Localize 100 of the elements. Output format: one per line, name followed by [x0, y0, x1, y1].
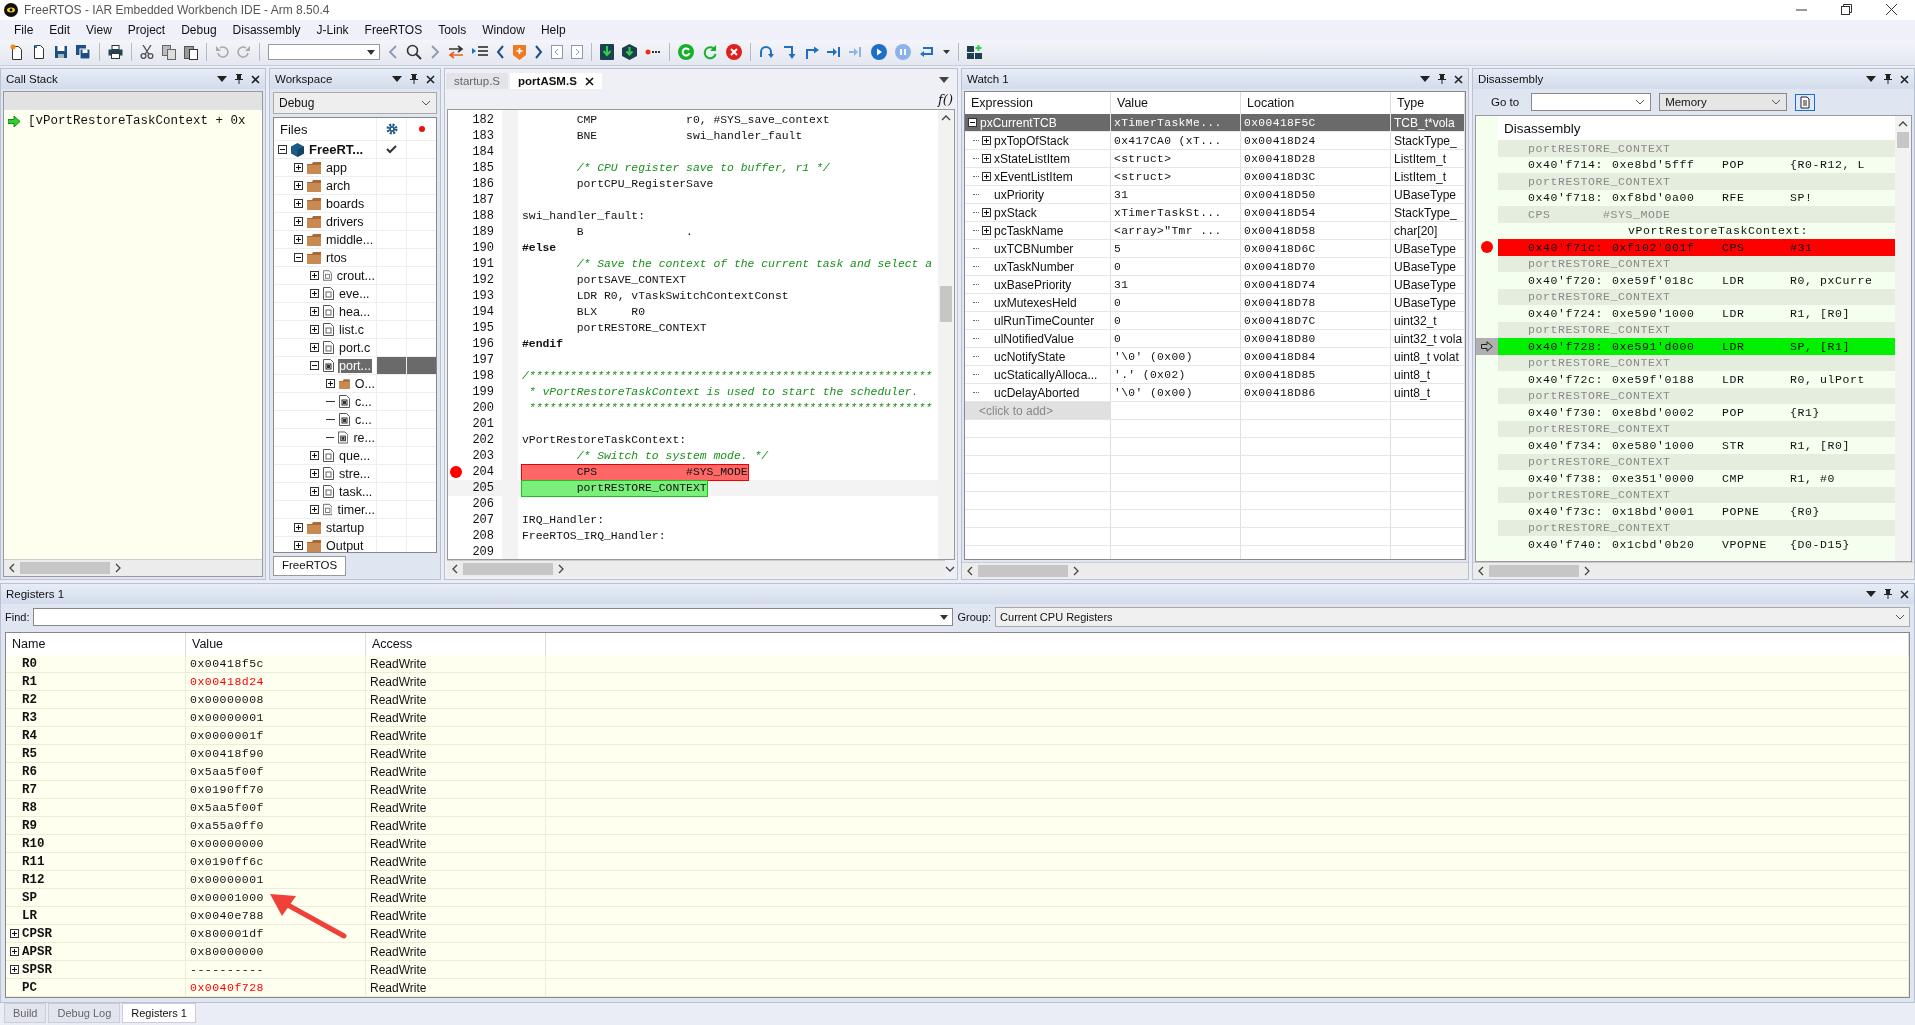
scroll-right-icon[interactable]: [114, 563, 122, 573]
collapse-icon[interactable]: [294, 253, 303, 262]
expand-icon[interactable]: [310, 451, 319, 460]
pin-icon[interactable]: [1884, 74, 1892, 84]
pin-icon[interactable]: [235, 74, 243, 84]
expand-icon[interactable]: [294, 541, 303, 550]
restore-icon[interactable]: [1841, 4, 1852, 16]
menu-item[interactable]: Project: [119, 22, 174, 37]
column-header[interactable]: Value: [186, 633, 366, 655]
page-forward-icon[interactable]: [571, 45, 583, 60]
horizontal-scrollbar[interactable]: [1473, 562, 1914, 579]
vertical-scrollbar[interactable]: [938, 110, 954, 559]
menu-item[interactable]: Help: [532, 22, 574, 37]
dropdown-icon[interactable]: [1420, 76, 1430, 82]
horizontal-scrollbar[interactable]: [447, 560, 945, 577]
collapse-icon[interactable]: [968, 118, 977, 127]
selected-row[interactable]: pxCurrentTCB xTimerTaskMe... 0x00418F5C TCB_t*vola: [965, 114, 1465, 132]
caret-icon[interactable]: [1635, 99, 1646, 105]
workspace-tab[interactable]: FreeRTOS: [273, 556, 347, 576]
expand-icon[interactable]: [982, 172, 991, 181]
panel-tab[interactable]: Build: [4, 1003, 47, 1023]
tree-item[interactable]: timer...: [336, 502, 376, 517]
tree-item[interactable]: app: [325, 160, 348, 175]
expand-icon[interactable]: [310, 271, 319, 280]
dropdown-icon[interactable]: [939, 77, 949, 83]
cut-icon[interactable]: [140, 45, 154, 60]
menu-item[interactable]: View: [78, 22, 120, 37]
caret-icon[interactable]: [940, 614, 949, 620]
next-statement-icon[interactable]: [827, 45, 841, 60]
close-icon[interactable]: [251, 74, 260, 84]
expand-icon[interactable]: [294, 199, 303, 208]
step-out-icon[interactable]: [805, 45, 819, 60]
menu-item[interactable]: Disassembly: [224, 22, 309, 37]
bookmark-icon[interactable]: [513, 44, 526, 60]
download-icon[interactable]: [600, 44, 614, 61]
expand-icon[interactable]: [982, 154, 991, 163]
tree-item[interactable]: rtos: [325, 250, 348, 265]
column-header[interactable]: Access: [366, 633, 546, 655]
dot-icon[interactable]: [418, 126, 425, 132]
caret-icon[interactable]: [943, 50, 950, 55]
scrollbar-thumb[interactable]: [978, 565, 1068, 577]
scrollbar-thumb[interactable]: [940, 286, 952, 322]
page-back-icon[interactable]: [551, 45, 563, 60]
caret-icon[interactable]: [1771, 99, 1782, 105]
back-icon[interactable]: [388, 45, 398, 60]
expand-icon[interactable]: [294, 235, 303, 244]
expand-icon[interactable]: [10, 929, 19, 938]
expand-icon[interactable]: [310, 469, 319, 478]
tree-item[interactable]: hea...: [338, 304, 372, 319]
print-icon[interactable]: [108, 45, 123, 60]
breakpoint-icon[interactable]: [450, 466, 462, 478]
tree-item[interactable]: middle...: [325, 232, 375, 247]
search-icon[interactable]: [406, 44, 422, 61]
expand-icon[interactable]: [310, 487, 319, 496]
tree-item[interactable]: startup: [325, 520, 366, 535]
menu-item[interactable]: Edit: [41, 22, 79, 37]
menu-item[interactable]: Window: [474, 22, 533, 37]
expand-icon[interactable]: [326, 379, 335, 388]
list-arrow-icon[interactable]: [472, 46, 488, 59]
dropdown-icon[interactable]: [1866, 76, 1876, 82]
tree-item[interactable]: Output: [325, 538, 365, 552]
scroll-left-icon[interactable]: [966, 566, 974, 576]
step-over-icon[interactable]: [759, 45, 775, 60]
close-icon[interactable]: [1900, 589, 1909, 599]
breakpoint-icon[interactable]: [1481, 241, 1493, 254]
expand-icon[interactable]: [294, 217, 303, 226]
scroll-right-icon[interactable]: [1072, 566, 1080, 576]
swap-arrows-icon[interactable]: [448, 45, 464, 60]
expand-icon[interactable]: [310, 325, 319, 334]
tree-item[interactable]: crout...: [335, 268, 376, 283]
dropdown-icon[interactable]: [217, 76, 227, 82]
new-file-icon[interactable]: [10, 44, 24, 61]
file-icon[interactable]: [32, 44, 46, 61]
expand-icon[interactable]: [310, 343, 319, 352]
menu-item[interactable]: J-Link: [308, 22, 357, 37]
chevron-left-icon[interactable]: [496, 45, 505, 60]
tree-item[interactable]: port.c: [338, 340, 372, 355]
expand-icon[interactable]: [982, 136, 991, 145]
vertical-scrollbar[interactable]: [1895, 116, 1911, 561]
scroll-right-icon[interactable]: [557, 564, 565, 574]
menu-item[interactable]: Debug: [173, 22, 225, 37]
save-icon[interactable]: [54, 45, 68, 60]
collapse-icon[interactable]: [278, 145, 287, 154]
play-icon[interactable]: [871, 44, 887, 61]
scroll-right-icon[interactable]: [1583, 566, 1591, 576]
configuration-dropdown[interactable]: Debug: [273, 92, 437, 114]
scroll-up-icon[interactable]: [941, 114, 951, 122]
tree-item[interactable]: c...: [354, 412, 373, 427]
forward-icon[interactable]: [430, 45, 440, 60]
panel-tab[interactable]: Debug Log: [48, 1003, 121, 1023]
view-dropdown[interactable]: Memory: [1659, 93, 1788, 111]
tree-item[interactable]: que...: [338, 448, 372, 463]
editor-tab[interactable]: startup.S: [446, 73, 509, 89]
chevron-right-icon[interactable]: [534, 45, 543, 60]
gear-icon[interactable]: [385, 123, 398, 135]
tree-item[interactable]: arch: [325, 178, 352, 193]
expand-icon[interactable]: [294, 523, 303, 532]
tree-item[interactable]: FreeRT...: [308, 142, 365, 157]
tree-item[interactable]: port...: [338, 358, 372, 373]
close-icon[interactable]: [1454, 74, 1463, 84]
